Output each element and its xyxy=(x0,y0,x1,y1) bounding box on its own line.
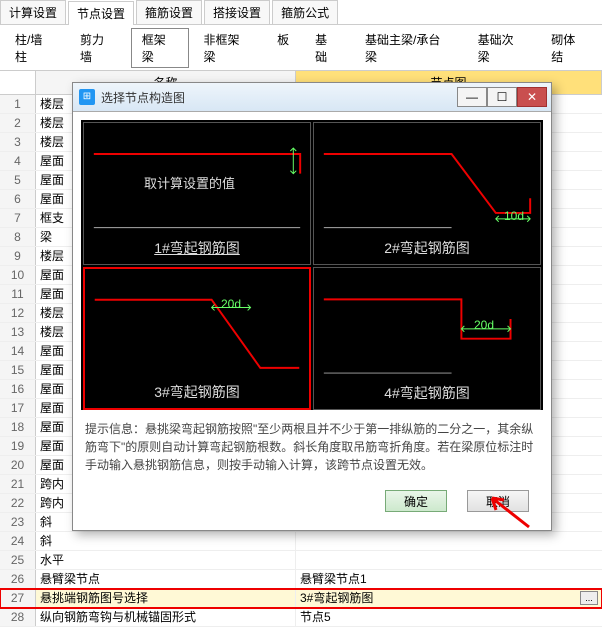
ellipsis-button[interactable]: ... xyxy=(580,591,598,605)
row-number: 18 xyxy=(0,418,36,436)
diagram-4-caption: 4#弯起钢筋图 xyxy=(384,383,470,403)
top-tab-bar: 计算设置 节点设置 箍筋设置 搭接设置 箍筋公式 xyxy=(0,0,602,25)
diagram-option-3[interactable]: 20d 3#弯起钢筋图 xyxy=(83,267,311,410)
row-number: 12 xyxy=(0,304,36,322)
top-tab-4[interactable]: 箍筋公式 xyxy=(272,0,338,24)
close-button[interactable]: ✕ xyxy=(517,87,547,107)
row-number: 17 xyxy=(0,399,36,417)
sub-tab-5[interactable]: 基础 xyxy=(304,28,350,68)
cell-img: 节点5 xyxy=(296,608,602,626)
table-row[interactable]: 24斜 xyxy=(0,532,602,551)
top-tab-2[interactable]: 箍筋设置 xyxy=(136,0,202,24)
cell-img: 悬臂梁节点1 xyxy=(296,570,602,588)
diagram-3-dim: 20d xyxy=(221,297,241,311)
top-tab-1[interactable]: 节点设置 xyxy=(68,1,134,25)
diagram-4-dim: 20d xyxy=(474,318,494,332)
top-tab-0[interactable]: 计算设置 xyxy=(0,0,66,24)
hint-text: 提示信息：悬挑梁弯起钢筋按照"至少两根且并不少于第一排纵筋的二分之一，其余纵筋弯… xyxy=(85,420,539,474)
row-number: 4 xyxy=(0,152,36,170)
cancel-button[interactable]: 取消 xyxy=(467,490,529,512)
row-number: 8 xyxy=(0,228,36,246)
row-number: 28 xyxy=(0,608,36,626)
diagram-1-caption: 1#弯起钢筋图 xyxy=(154,238,240,258)
cell-img xyxy=(296,551,602,569)
row-number: 14 xyxy=(0,342,36,360)
diagram-option-2[interactable]: 10d 2#弯起钢筋图 xyxy=(313,122,541,265)
row-number: 24 xyxy=(0,532,36,550)
row-number: 1 xyxy=(0,95,36,113)
row-number: 26 xyxy=(0,570,36,588)
sub-tab-2[interactable]: 框架梁 xyxy=(131,28,189,68)
row-number: 16 xyxy=(0,380,36,398)
diagram-2-caption: 2#弯起钢筋图 xyxy=(384,238,470,258)
row-number: 2 xyxy=(0,114,36,132)
row-number: 19 xyxy=(0,437,36,455)
diagram-grid: 取计算设置的值 1#弯起钢筋图 10d 2#弯起钢筋图 20d 3#弯起钢筋图 … xyxy=(81,120,543,410)
minimize-button[interactable]: — xyxy=(457,87,487,107)
cell-img xyxy=(296,532,602,550)
row-number: 6 xyxy=(0,190,36,208)
row-number: 20 xyxy=(0,456,36,474)
cell-name: 水平 xyxy=(36,551,296,569)
maximize-button[interactable]: ☐ xyxy=(487,87,517,107)
cell-name: 悬挑端钢筋图号选择 xyxy=(36,589,296,607)
diagram-2-dim: 10d xyxy=(504,209,524,223)
row-number: 10 xyxy=(0,266,36,284)
table-row[interactable]: 28纵向钢筋弯钩与机械锚固形式节点5 xyxy=(0,608,602,627)
cell-img: 3#弯起钢筋图... xyxy=(296,589,602,607)
table-row[interactable]: 27悬挑端钢筋图号选择3#弯起钢筋图... xyxy=(0,589,602,608)
row-number: 7 xyxy=(0,209,36,227)
row-number: 23 xyxy=(0,513,36,531)
sub-tab-4[interactable]: 板 xyxy=(266,28,300,68)
top-tab-3[interactable]: 搭接设置 xyxy=(204,0,270,24)
sub-tab-bar: 柱/墙柱 剪力墙 框架梁 非框架梁 板 基础 基础主梁/承台梁 基础次梁 砌体结 xyxy=(0,25,602,71)
cell-name: 纵向钢筋弯钩与机械锚固形式 xyxy=(36,608,296,626)
diagram-option-1[interactable]: 取计算设置的值 1#弯起钢筋图 xyxy=(83,122,311,265)
row-number: 15 xyxy=(0,361,36,379)
dialog-title: 选择节点构造图 xyxy=(101,89,457,106)
dialog-titlebar[interactable]: ⊞ 选择节点构造图 — ☐ ✕ xyxy=(73,83,551,112)
row-number: 27 xyxy=(0,589,36,607)
sub-tab-7[interactable]: 基础次梁 xyxy=(467,28,537,68)
row-number: 22 xyxy=(0,494,36,512)
diagram-3-caption: 3#弯起钢筋图 xyxy=(154,382,240,402)
sub-tab-0[interactable]: 柱/墙柱 xyxy=(4,28,65,68)
diagram-1-note: 取计算设置的值 xyxy=(144,173,235,192)
cell-name: 悬臂梁节点 xyxy=(36,570,296,588)
ok-button[interactable]: 确定 xyxy=(385,490,447,512)
cell-name: 斜 xyxy=(36,532,296,550)
row-number: 9 xyxy=(0,247,36,265)
row-number: 21 xyxy=(0,475,36,493)
sub-tab-8[interactable]: 砌体结 xyxy=(540,28,598,68)
sub-tab-3[interactable]: 非框架梁 xyxy=(193,28,263,68)
table-row[interactable]: 25水平 xyxy=(0,551,602,570)
row-number: 3 xyxy=(0,133,36,151)
app-icon: ⊞ xyxy=(79,89,95,105)
table-row[interactable]: 26悬臂梁节点悬臂梁节点1 xyxy=(0,570,602,589)
sub-tab-1[interactable]: 剪力墙 xyxy=(69,28,127,68)
diagram-option-4[interactable]: 20d 4#弯起钢筋图 xyxy=(313,267,541,410)
row-number: 11 xyxy=(0,285,36,303)
row-number: 5 xyxy=(0,171,36,189)
row-number: 25 xyxy=(0,551,36,569)
dialog-select-node: ⊞ 选择节点构造图 — ☐ ✕ 取计算设置的值 1#弯起钢筋图 10d 2#弯起… xyxy=(72,82,552,531)
sub-tab-6[interactable]: 基础主梁/承台梁 xyxy=(354,28,463,68)
row-number: 13 xyxy=(0,323,36,341)
